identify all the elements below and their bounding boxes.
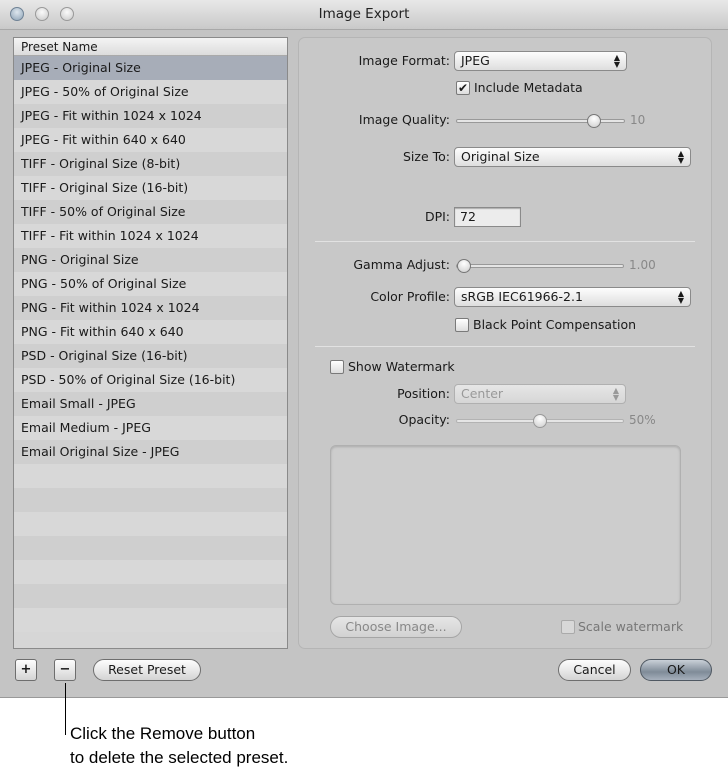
- image-format-label: Image Format:: [358, 53, 450, 68]
- black-point-label: Black Point Compensation: [473, 317, 637, 332]
- preset-row[interactable]: Email Small - JPEG: [14, 392, 287, 416]
- slider-knob[interactable]: [533, 414, 547, 428]
- preset-row[interactable]: PNG - Original Size: [14, 248, 287, 272]
- divider: [315, 346, 695, 347]
- watermark-image-well[interactable]: [330, 445, 681, 605]
- empty-row: [14, 512, 287, 536]
- size-to-popup[interactable]: Original Size ▲ ▼: [454, 147, 691, 167]
- image-quality-label: Image Quality:: [358, 112, 450, 127]
- preset-row[interactable]: PNG - Fit within 1024 x 1024: [14, 296, 287, 320]
- preset-row[interactable]: TIFF - Fit within 1024 x 1024: [14, 224, 287, 248]
- image-export-window: Image Export Preset Name JPEG - Original…: [0, 0, 728, 698]
- gamma-adjust-label: Gamma Adjust:: [353, 257, 450, 272]
- show-watermark-label: Show Watermark: [348, 359, 455, 374]
- updown-arrows-icon: ▲ ▼: [612, 386, 619, 402]
- empty-row: [14, 608, 287, 632]
- preset-row[interactable]: Email Medium - JPEG: [14, 416, 287, 440]
- callout-line-2: to delete the selected preset.: [70, 748, 289, 767]
- opacity-value: 50%: [629, 413, 656, 427]
- preset-row[interactable]: JPEG - Original Size: [14, 56, 287, 80]
- preset-row[interactable]: TIFF - Original Size (8-bit): [14, 152, 287, 176]
- preset-list[interactable]: Preset Name JPEG - Original Size JPEG - 5…: [13, 37, 288, 649]
- preset-row[interactable]: JPEG - Fit within 1024 x 1024: [14, 104, 287, 128]
- scale-watermark-label: Scale watermark: [578, 619, 684, 634]
- divider: [315, 241, 695, 242]
- image-format-popup[interactable]: JPEG ▲ ▼: [454, 51, 627, 71]
- slider-knob[interactable]: [586, 114, 601, 128]
- position-value: Center: [461, 386, 504, 401]
- cancel-button[interactable]: Cancel: [558, 659, 631, 681]
- position-label: Position:: [397, 386, 450, 401]
- reset-preset-button[interactable]: Reset Preset: [93, 659, 201, 681]
- preset-row[interactable]: PNG - Fit within 640 x 640: [14, 320, 287, 344]
- dpi-label: DPI:: [424, 209, 450, 224]
- add-preset-button[interactable]: +: [15, 659, 37, 681]
- updown-arrows-icon: ▲ ▼: [677, 149, 684, 165]
- color-profile-popup[interactable]: sRGB IEC61966-2.1 ▲ ▼: [454, 287, 691, 307]
- updown-arrows-icon: ▲ ▼: [613, 53, 620, 69]
- opacity-label: Opacity:: [398, 412, 450, 427]
- callout-line-1: Click the Remove button: [70, 724, 256, 743]
- preset-row[interactable]: Email Original Size - JPEG: [14, 440, 287, 464]
- image-quality-value: 10: [630, 113, 646, 127]
- image-quality-slider[interactable]: [456, 114, 625, 128]
- empty-row: [14, 584, 287, 608]
- dpi-input[interactable]: 72: [454, 207, 521, 227]
- color-profile-label: Color Profile:: [370, 289, 450, 304]
- include-metadata-label: Include Metadata: [474, 80, 583, 95]
- preset-row[interactable]: JPEG - 50% of Original Size: [14, 80, 287, 104]
- preset-row[interactable]: PNG - 50% of Original Size: [14, 272, 287, 296]
- image-format-value: JPEG: [461, 53, 490, 68]
- empty-row: [14, 560, 287, 584]
- choose-image-button[interactable]: Choose Image...: [330, 616, 462, 638]
- include-metadata-checkbox[interactable]: ✔: [456, 81, 470, 95]
- remove-preset-button[interactable]: −: [54, 659, 76, 681]
- preset-row[interactable]: TIFF - 50% of Original Size: [14, 200, 287, 224]
- size-to-label: Size To:: [402, 149, 450, 164]
- preset-row[interactable]: PSD - Original Size (16-bit): [14, 344, 287, 368]
- ok-button[interactable]: OK: [640, 659, 712, 681]
- empty-row: [14, 536, 287, 560]
- color-profile-value: sRGB IEC61966-2.1: [461, 289, 583, 304]
- preset-row[interactable]: PSD - 50% of Original Size (16-bit): [14, 368, 287, 392]
- preset-row[interactable]: JPEG - Fit within 640 x 640: [14, 128, 287, 152]
- callout-text: Click the Remove button to delete the se…: [70, 722, 288, 770]
- slider-knob[interactable]: [456, 259, 471, 273]
- show-watermark-checkbox[interactable]: [330, 360, 344, 374]
- callout-line: [65, 683, 66, 735]
- window-title: Image Export: [318, 6, 410, 22]
- scale-watermark-checkbox[interactable]: [561, 620, 575, 634]
- size-to-value: Original Size: [461, 149, 540, 164]
- gamma-adjust-value: 1.00: [629, 258, 656, 272]
- preset-name-header[interactable]: Preset Name: [14, 38, 287, 56]
- black-point-checkbox[interactable]: [455, 318, 469, 332]
- updown-arrows-icon: ▲ ▼: [677, 289, 684, 305]
- preset-row[interactable]: TIFF - Original Size (16-bit): [14, 176, 287, 200]
- empty-row: [14, 464, 287, 488]
- gamma-adjust-slider[interactable]: [456, 259, 624, 273]
- position-popup[interactable]: Center ▲ ▼: [454, 384, 626, 404]
- title-bar: Image Export: [0, 0, 728, 30]
- empty-row: [14, 488, 287, 512]
- opacity-slider[interactable]: [456, 414, 624, 428]
